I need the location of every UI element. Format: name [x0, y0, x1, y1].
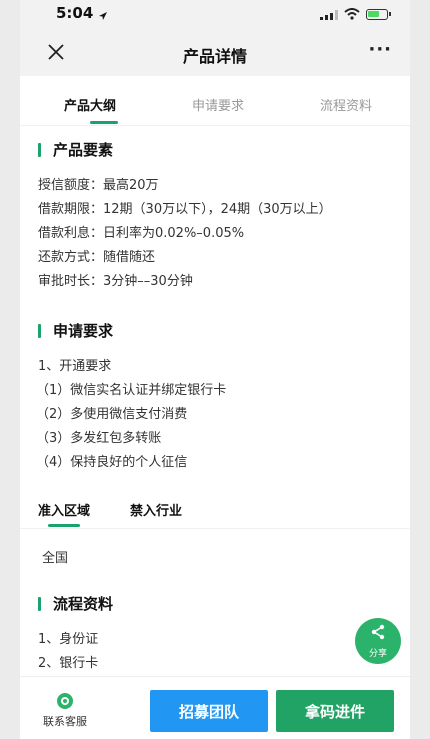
navigation-bar: 产品详情 ··· [20, 30, 410, 76]
apply-heading: 1、开通要求 [38, 359, 112, 374]
tab-product-outline[interactable]: 产品大纲 [64, 95, 116, 114]
contact-service-button[interactable]: 联系客服 [40, 693, 90, 729]
section-apply-title: 申请要求 [38, 320, 113, 341]
product-line: 授信额度：最高20万 [38, 178, 159, 193]
wifi-icon [344, 5, 360, 24]
get-code-apply-button[interactable]: 拿码进件 [276, 690, 394, 732]
process-item: 1、身份证 [38, 632, 99, 647]
section-process-label: 流程资料 [53, 595, 114, 613]
section-product-label: 产品要素 [53, 141, 114, 159]
phone-screen: 5:04 产品详情 ··· 产品大纲 申请要求 流程资料 产品要素 授信额度：最… [0, 0, 430, 739]
product-line: 借款利息：日利率为0.02%–0.05% [38, 226, 245, 241]
active-tab-indicator [90, 121, 118, 124]
share-label: 分享 [368, 648, 387, 659]
region-value: 全国 [42, 551, 69, 566]
subtab-access-region[interactable]: 准入区域 [38, 500, 90, 519]
status-time: 5:04 [56, 4, 94, 22]
tab-bar: 产品大纲 申请要求 流程资料 [20, 76, 410, 126]
divider [20, 528, 410, 529]
apply-item: （3）多发红包多转账 [36, 431, 162, 446]
contact-service-label: 联系客服 [43, 715, 87, 728]
active-subtab-indicator [48, 524, 80, 527]
bottom-action-bar: 联系客服 招募团队 拿码进件 [20, 676, 410, 739]
apply-item: （2）多使用微信支付消费 [36, 407, 188, 422]
share-button[interactable]: 分享 [355, 618, 401, 664]
more-icon[interactable]: ··· [368, 39, 392, 60]
subtab-banned-industry[interactable]: 禁入行业 [130, 500, 182, 519]
apply-item: （4）保持良好的个人征信 [36, 455, 188, 470]
apply-item: （1）微信实名认证并绑定银行卡 [36, 383, 227, 398]
recruit-team-button[interactable]: 招募团队 [150, 690, 268, 732]
battery-icon [366, 9, 391, 20]
section-process-title: 流程资料 [38, 593, 113, 614]
share-icon [370, 624, 386, 644]
section-marker [38, 596, 41, 611]
tab-apply-requirements[interactable]: 申请要求 [192, 95, 244, 114]
signal-icon [320, 5, 338, 24]
page-title: 产品详情 [182, 47, 247, 66]
section-marker [38, 323, 41, 338]
section-marker [38, 142, 41, 157]
product-line: 审批时长：3分钟––30分钟 [38, 274, 193, 289]
product-line: 借款期限：12期（30万以下），24期（30万以上） [38, 202, 332, 217]
product-line: 还款方式：随借随还 [38, 250, 156, 265]
status-bar: 5:04 [20, 0, 410, 28]
location-arrow-icon [98, 6, 108, 25]
process-item: 2、银行卡 [38, 656, 99, 671]
section-apply-label: 申请要求 [53, 322, 114, 340]
tab-process-materials[interactable]: 流程资料 [320, 95, 372, 114]
customer-service-icon [57, 693, 73, 709]
section-product-title: 产品要素 [38, 139, 113, 160]
